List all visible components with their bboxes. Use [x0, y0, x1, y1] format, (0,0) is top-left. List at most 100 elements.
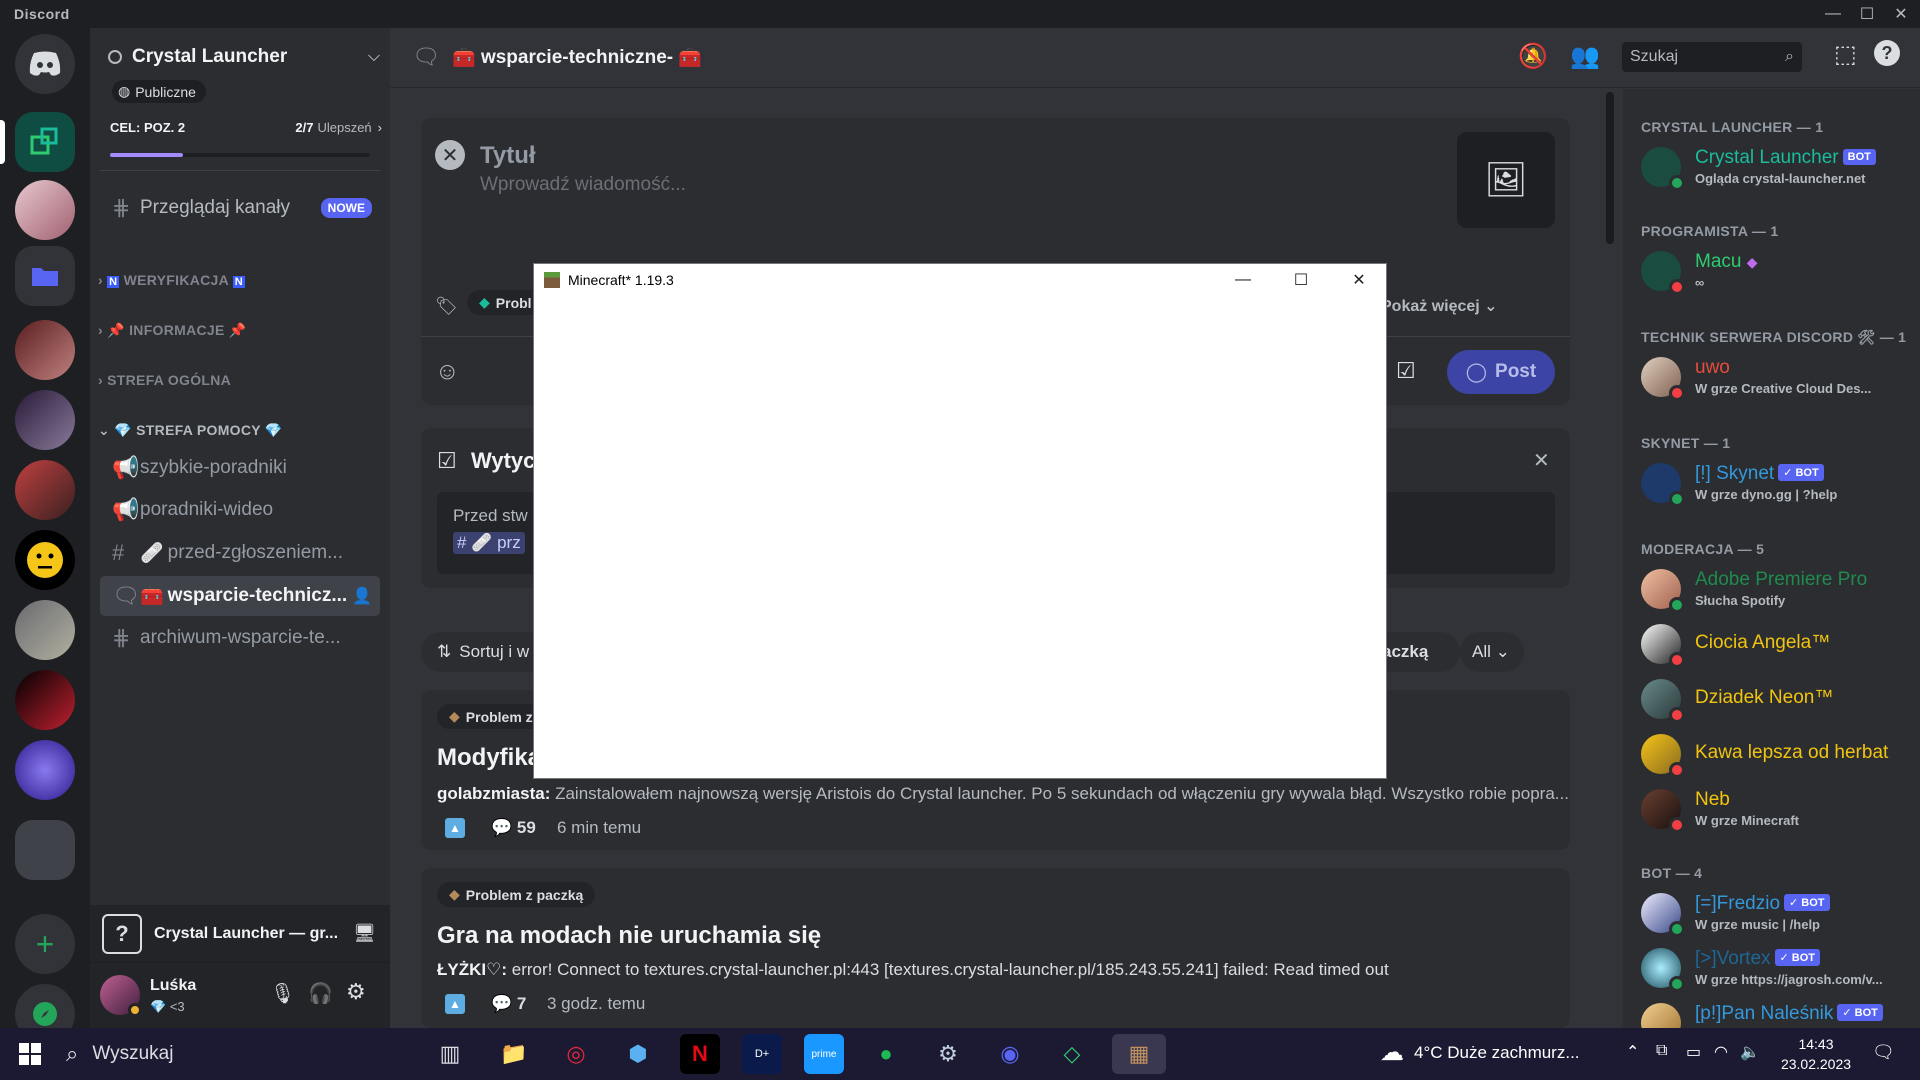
discord-taskbar-icon[interactable]: ◉	[990, 1034, 1030, 1074]
maximize-button[interactable]: ☐	[1852, 0, 1882, 28]
headphones-icon[interactable]: 🎧	[308, 981, 333, 1006]
minecraft-close-button[interactable]: ✕	[1330, 264, 1388, 296]
boost-goal[interactable]: CEL: POZ. 2 2/7 Ulepszeń ›	[110, 120, 382, 135]
inbox-icon[interactable]: ⬚	[1834, 40, 1857, 69]
server-avatar-4[interactable]	[15, 460, 75, 520]
status-dot	[1669, 652, 1685, 668]
server-avatar-8[interactable]	[15, 740, 75, 800]
member-item[interactable]: [=]Fredzio ✓ BOT W grze music | /help	[1641, 889, 1911, 941]
close-guidelines-icon[interactable]: ✕	[1533, 448, 1550, 473]
checklist-icon[interactable]: ☑	[1396, 358, 1416, 384]
close-button[interactable]: ✕	[1886, 0, 1916, 28]
post-excerpt: ŁYŻKI♡: error! Connect to textures.cryst…	[437, 960, 1389, 979]
member-item[interactable]: Crystal Launcher BOT Ogląda crystal-launch…	[1641, 143, 1911, 195]
members-icon[interactable]: 👥	[1570, 42, 1600, 71]
status-dot	[1669, 385, 1685, 401]
member-item[interactable]: Kawa lepsza od herbat	[1641, 730, 1911, 782]
tray-chevron-icon[interactable]: ⌃	[1626, 1042, 1639, 1062]
member-item[interactable]: Adobe Premiere Pro Słucha Spotify	[1641, 565, 1911, 617]
notifications-icon[interactable]: 🗨	[1872, 1042, 1895, 1063]
message-input[interactable]: Wprowadź wiadomość...	[480, 174, 686, 196]
channel-przed-zgloszeniem[interactable]: # 🩹 przed-zgłoszeniem...	[100, 533, 380, 573]
member-item[interactable]: [p!]Pan Naleśnik ✓ BOT	[1641, 999, 1911, 1029]
member-item[interactable]: uwo W grze Creative Cloud Des...	[1641, 353, 1911, 405]
server-header[interactable]: Crystal Launcher ⌵	[108, 46, 380, 68]
channel-szybkie-poradniki[interactable]: 📢 szybkie-poradniki	[100, 448, 380, 488]
channel-title: 🧰 wsparcie-techniczne- 🧰	[452, 47, 703, 69]
server-avatar-7[interactable]	[15, 670, 75, 730]
battery-icon[interactable]: ▭	[1686, 1042, 1701, 1062]
gear-icon[interactable]: ⚙	[346, 979, 366, 1005]
section-strefa-pomocy[interactable]: ⌄ 💎 STREFA POMOCY 💎	[98, 422, 283, 439]
section-informacje[interactable]: › 📌 INFORMACJE 📌	[98, 322, 247, 339]
server-avatar-6[interactable]	[15, 600, 75, 660]
minecraft-maximize-button[interactable]: ☐	[1272, 264, 1330, 296]
minecraft-titlebar[interactable]: Minecraft* 1.19.3 — ☐ ✕	[534, 264, 1386, 296]
section-weryfikacja[interactable]: › N WERYFIKACJA N	[98, 272, 245, 288]
member-item[interactable]: [!] Skynet ✓ BOT W grze dyno.gg | ?help	[1641, 459, 1911, 511]
mute-notifications-icon[interactable]: 🔕	[1518, 42, 1548, 71]
server-folder-2[interactable]	[15, 820, 75, 880]
emoji-icon[interactable]: ☺	[435, 358, 460, 386]
add-server-button[interactable]: +	[15, 914, 75, 974]
search-input[interactable]: Szukaj ⌕	[1622, 42, 1802, 72]
weather-widget[interactable]: ☁ 4°C Duże zachmurz...	[1380, 1038, 1580, 1067]
channel-wsparcie-techniczne[interactable]: 🗨 🧰 wsparcie-technicz... 👤	[100, 576, 380, 616]
minecraft-taskbar-icon[interactable]: ▦	[1112, 1034, 1166, 1074]
opera-icon[interactable]: ◎	[556, 1034, 596, 1074]
bing-icon[interactable]: ⬢	[618, 1034, 658, 1074]
server-avatar-3[interactable]	[15, 390, 75, 450]
prime-video-icon[interactable]: prime	[804, 1034, 844, 1074]
file-explorer-icon[interactable]: 📁	[494, 1034, 534, 1074]
crystal-launcher-taskbar-icon[interactable]: ◇	[1052, 1034, 1092, 1074]
member-item[interactable]: Ciocia Angela™	[1641, 620, 1911, 672]
steam-icon[interactable]: ⚙	[928, 1034, 968, 1074]
server-folder[interactable]	[15, 246, 75, 306]
tray-app-icon[interactable]: ⧉	[1656, 1042, 1667, 1060]
channel-archiwum[interactable]: ⋕ archiwum-wsparcie-te...	[100, 618, 380, 658]
wifi-icon[interactable]: ◠	[1714, 1042, 1728, 1062]
minecraft-window[interactable]: Minecraft* 1.19.3 — ☐ ✕	[533, 263, 1387, 779]
post-button[interactable]: ◯ Post	[1447, 350, 1555, 394]
spotify-icon[interactable]: ●	[866, 1034, 906, 1074]
screen-share-icon[interactable]: 🖥	[353, 923, 376, 944]
title-input[interactable]: Tytuł	[480, 142, 536, 170]
server-avatar-5[interactable]	[15, 530, 75, 590]
filter-all-button[interactable]: All ⌄	[1460, 632, 1524, 672]
server-avatar-1[interactable]	[15, 180, 75, 240]
post-title: Gra na modach nie uruchamia się	[437, 922, 822, 949]
server-avatar-2[interactable]	[15, 320, 75, 380]
globe-icon: ◍	[118, 83, 131, 99]
scrollbar[interactable]	[1606, 92, 1614, 244]
close-composer-icon[interactable]: ✕	[435, 140, 465, 170]
voice-panel[interactable]: ? Crystal Launcher — gr... 🖥	[90, 905, 390, 963]
add-image-icon[interactable]: 🖼	[1457, 132, 1555, 228]
windows-start-icon[interactable]	[10, 1034, 50, 1074]
task-view-icon[interactable]: ▥	[430, 1034, 470, 1074]
help-icon[interactable]: ?	[1874, 40, 1900, 66]
server-crystal-launcher[interactable]	[15, 112, 75, 172]
clock-time[interactable]: 14:43	[1776, 1036, 1856, 1052]
clock-date[interactable]: 23.02.2023	[1776, 1056, 1856, 1072]
taskbar-search[interactable]: ⌕ Wyszukaj	[66, 1034, 416, 1074]
member-activity: W grze Minecraft	[1695, 813, 1800, 828]
browse-channels[interactable]: ⋕ Przeglądaj kanały NOWE	[100, 188, 380, 228]
show-more-link[interactable]: Pokaż więcej ⌄	[1381, 296, 1498, 316]
forum-post[interactable]: ◆ Problem z paczką Gra na modach nie uruc…	[421, 868, 1570, 1028]
disney-plus-icon[interactable]: D+	[742, 1034, 782, 1074]
home-button[interactable]	[15, 34, 75, 94]
channel-poradniki-wideo[interactable]: 📢 poradniki-wideo	[100, 490, 380, 530]
member-item[interactable]: Neb W grze Minecraft	[1641, 785, 1911, 837]
guidelines-link[interactable]: # 🩹 prz	[453, 532, 525, 554]
minimize-button[interactable]: —	[1818, 0, 1848, 28]
volume-icon[interactable]: 🔈	[1740, 1042, 1760, 1062]
netflix-icon[interactable]: N	[680, 1034, 720, 1074]
section-strefa-ogolna[interactable]: › STREFA OGÓLNA	[98, 372, 231, 388]
microphone-icon[interactable]: 🎙	[270, 981, 295, 1006]
member-item[interactable]: [>]Vortex ✓ BOT W grze https://jagrosh.com…	[1641, 944, 1911, 996]
member-item[interactable]: Macu ◆ ∞	[1641, 247, 1911, 299]
add-member-icon[interactable]: 👤	[352, 586, 372, 606]
minecraft-minimize-button[interactable]: —	[1214, 264, 1272, 296]
member-item[interactable]: Dziadek Neon™	[1641, 675, 1911, 727]
public-badge: ◍ Publiczne	[112, 80, 206, 103]
